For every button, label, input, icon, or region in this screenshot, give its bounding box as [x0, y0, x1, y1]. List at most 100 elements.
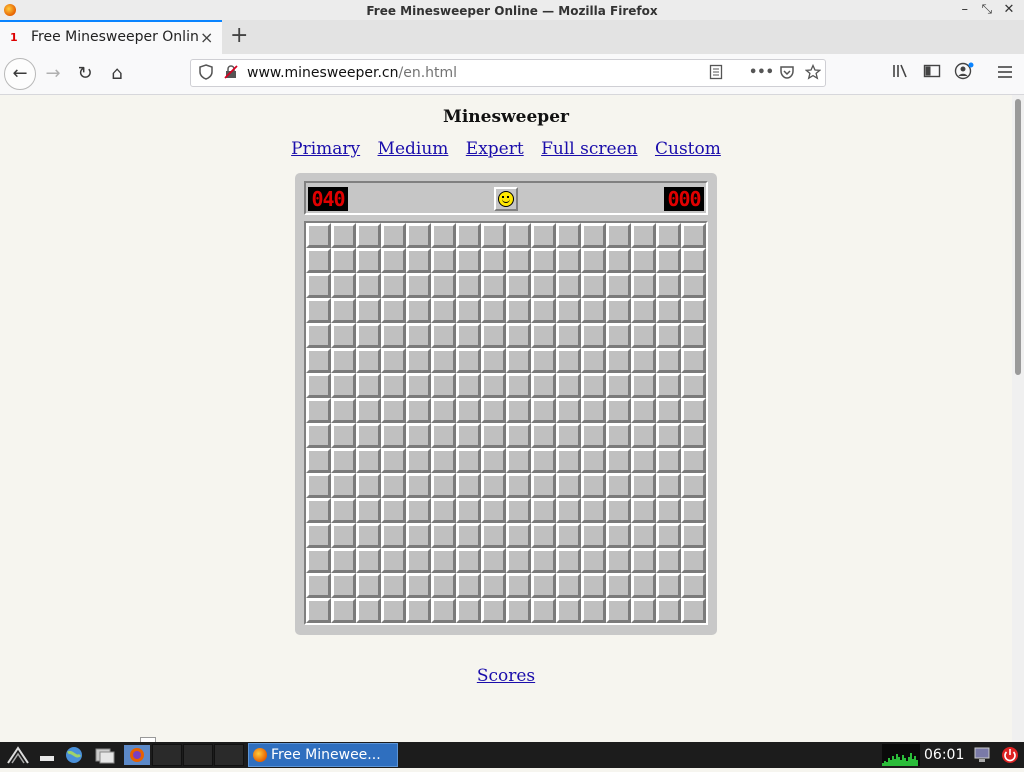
- mine-cell[interactable]: [606, 548, 631, 573]
- mine-cell[interactable]: [556, 298, 581, 323]
- mine-cell[interactable]: [506, 473, 531, 498]
- mine-cell[interactable]: [381, 373, 406, 398]
- close-window-button[interactable]: ✕: [1000, 2, 1018, 18]
- mine-cell[interactable]: [306, 273, 331, 298]
- mine-cell[interactable]: [506, 523, 531, 548]
- mine-cell[interactable]: [581, 298, 606, 323]
- mine-cell[interactable]: [606, 248, 631, 273]
- mine-cell[interactable]: [581, 273, 606, 298]
- reload-button[interactable]: ↻: [73, 62, 97, 86]
- mine-cell[interactable]: [456, 448, 481, 473]
- mine-cell[interactable]: [606, 398, 631, 423]
- mine-cell[interactable]: [331, 248, 356, 273]
- mine-cell[interactable]: [681, 348, 706, 373]
- pocket-icon[interactable]: [779, 64, 795, 86]
- mine-cell[interactable]: [481, 448, 506, 473]
- mine-cell[interactable]: [431, 298, 456, 323]
- mine-cell[interactable]: [631, 423, 656, 448]
- mine-cell[interactable]: [531, 498, 556, 523]
- back-button[interactable]: ←: [4, 58, 36, 90]
- mine-cell[interactable]: [681, 423, 706, 448]
- mine-cell[interactable]: [356, 498, 381, 523]
- terminal-icon[interactable]: [38, 745, 58, 765]
- reader-mode-icon[interactable]: [709, 64, 723, 86]
- mine-cell[interactable]: [531, 473, 556, 498]
- mine-cell[interactable]: [406, 423, 431, 448]
- sidebar-icon[interactable]: [920, 62, 944, 86]
- mine-cell[interactable]: [431, 323, 456, 348]
- mine-cell[interactable]: [656, 498, 681, 523]
- mine-cell[interactable]: [631, 348, 656, 373]
- bookmark-star-icon[interactable]: [804, 63, 822, 86]
- mine-cell[interactable]: [556, 373, 581, 398]
- mine-cell[interactable]: [681, 298, 706, 323]
- mine-cell[interactable]: [356, 248, 381, 273]
- mine-cell[interactable]: [406, 223, 431, 248]
- mine-cell[interactable]: [631, 448, 656, 473]
- mine-cell[interactable]: [406, 598, 431, 623]
- mine-cell[interactable]: [331, 298, 356, 323]
- mine-cell[interactable]: [581, 223, 606, 248]
- mine-cell[interactable]: [581, 423, 606, 448]
- mine-cell[interactable]: [656, 473, 681, 498]
- mine-cell[interactable]: [331, 573, 356, 598]
- mine-cell[interactable]: [481, 248, 506, 273]
- forward-button[interactable]: →: [41, 62, 65, 86]
- insecure-lock-icon[interactable]: [223, 64, 239, 86]
- firefox-launcher-icon[interactable]: [124, 745, 150, 765]
- url-bar[interactable]: www.minesweeper.cn/en.html •••: [190, 59, 826, 87]
- mine-cell[interactable]: [531, 348, 556, 373]
- mine-cell[interactable]: [331, 473, 356, 498]
- mine-cell[interactable]: [531, 573, 556, 598]
- mine-cell[interactable]: [506, 373, 531, 398]
- mine-cell[interactable]: [531, 598, 556, 623]
- menu-icon[interactable]: [993, 62, 1017, 86]
- mine-cell[interactable]: [631, 223, 656, 248]
- mine-cell[interactable]: [306, 498, 331, 523]
- mine-cell[interactable]: [456, 373, 481, 398]
- mine-cell[interactable]: [331, 423, 356, 448]
- mine-cell[interactable]: [606, 373, 631, 398]
- mine-cell[interactable]: [456, 423, 481, 448]
- url-text[interactable]: www.minesweeper.cn/en.html: [247, 65, 457, 81]
- mine-cell[interactable]: [531, 298, 556, 323]
- mine-cell[interactable]: [531, 423, 556, 448]
- mine-cell[interactable]: [656, 523, 681, 548]
- mine-cell[interactable]: [331, 223, 356, 248]
- mine-cell[interactable]: [381, 223, 406, 248]
- workspace-1[interactable]: [152, 744, 182, 766]
- mine-cell[interactable]: [606, 573, 631, 598]
- mine-cell[interactable]: [481, 523, 506, 548]
- mine-cell[interactable]: [656, 248, 681, 273]
- mine-cell[interactable]: [506, 448, 531, 473]
- mine-cell[interactable]: [456, 573, 481, 598]
- mine-cell[interactable]: [631, 473, 656, 498]
- mine-cell[interactable]: [356, 473, 381, 498]
- mine-cell[interactable]: [381, 473, 406, 498]
- mine-cell[interactable]: [581, 448, 606, 473]
- mine-cell[interactable]: [481, 298, 506, 323]
- mine-cell[interactable]: [381, 548, 406, 573]
- mine-cell[interactable]: [331, 448, 356, 473]
- mine-cell[interactable]: [631, 373, 656, 398]
- mine-cell[interactable]: [481, 223, 506, 248]
- mine-cell[interactable]: [456, 473, 481, 498]
- mine-cell[interactable]: [556, 523, 581, 548]
- mine-cell[interactable]: [631, 248, 656, 273]
- mine-cell[interactable]: [656, 598, 681, 623]
- taskbar-firefox-window[interactable]: Free Minewee...: [248, 743, 398, 767]
- mine-cell[interactable]: [456, 548, 481, 573]
- mine-cell[interactable]: [431, 223, 456, 248]
- mode-link-fullscreen[interactable]: Full screen: [541, 139, 637, 159]
- mine-cell[interactable]: [406, 523, 431, 548]
- mine-cell[interactable]: [381, 498, 406, 523]
- mine-cell[interactable]: [406, 473, 431, 498]
- mine-cell[interactable]: [581, 498, 606, 523]
- mine-cell[interactable]: [681, 398, 706, 423]
- mode-link-medium[interactable]: Medium: [378, 139, 449, 159]
- mine-cell[interactable]: [506, 223, 531, 248]
- mine-cell[interactable]: [506, 248, 531, 273]
- mine-cell[interactable]: [406, 298, 431, 323]
- mode-link-expert[interactable]: Expert: [466, 139, 524, 159]
- mine-cell[interactable]: [506, 348, 531, 373]
